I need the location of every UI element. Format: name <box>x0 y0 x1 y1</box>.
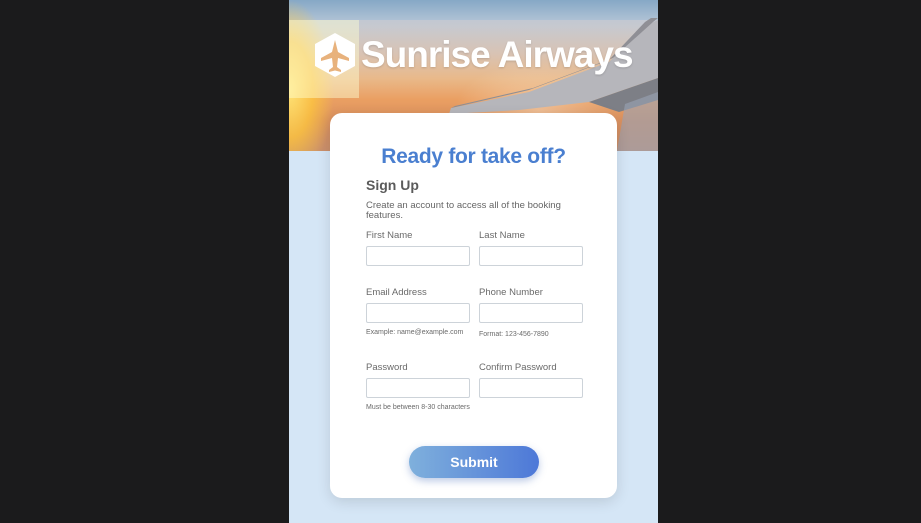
signup-card: Ready for take off? Sign Up Create an ac… <box>330 113 617 498</box>
brand-logo: Sunrise Airways <box>313 32 634 78</box>
confirm-password-label: Confirm Password <box>479 362 557 373</box>
confirm-password-field-group: Confirm Password <box>479 362 583 398</box>
email-hint: Example: name@example.com <box>366 329 464 336</box>
last-name-label: Last Name <box>479 230 525 241</box>
form-description: Create an account to access all of the b… <box>366 200 561 221</box>
signup-screen: Sunrise Airways Ready for take off? Sign… <box>289 0 658 523</box>
last-name-input[interactable] <box>479 246 583 266</box>
phone-label: Phone Number <box>479 287 543 298</box>
plane-icon <box>315 33 355 77</box>
password-hint: Must be between 8-30 characters <box>366 404 470 411</box>
phone-hint: Format: 123-456-7890 <box>479 331 549 338</box>
submit-button[interactable]: Submit <box>409 446 539 478</box>
last-name-field-group: Last Name <box>479 230 583 266</box>
first-name-label: First Name <box>366 230 413 241</box>
phone-input[interactable] <box>479 303 583 323</box>
password-field-group: Password Must be between 8-30 characters <box>366 362 470 412</box>
headline: Ready for take off? <box>381 145 566 168</box>
email-input[interactable] <box>366 303 470 323</box>
first-name-field-group: First Name <box>366 230 470 266</box>
first-name-input[interactable] <box>366 246 470 266</box>
password-input[interactable] <box>366 378 470 398</box>
form-title: Sign Up <box>366 177 419 193</box>
password-label: Password <box>366 362 408 373</box>
email-label: Email Address <box>366 287 427 298</box>
phone-field-group: Phone Number Format: 123-456-7890 <box>479 287 583 339</box>
email-field-group: Email Address Example: name@example.com <box>366 287 470 337</box>
confirm-password-input[interactable] <box>479 378 583 398</box>
brand-name: Sunrise Airways <box>361 34 634 75</box>
